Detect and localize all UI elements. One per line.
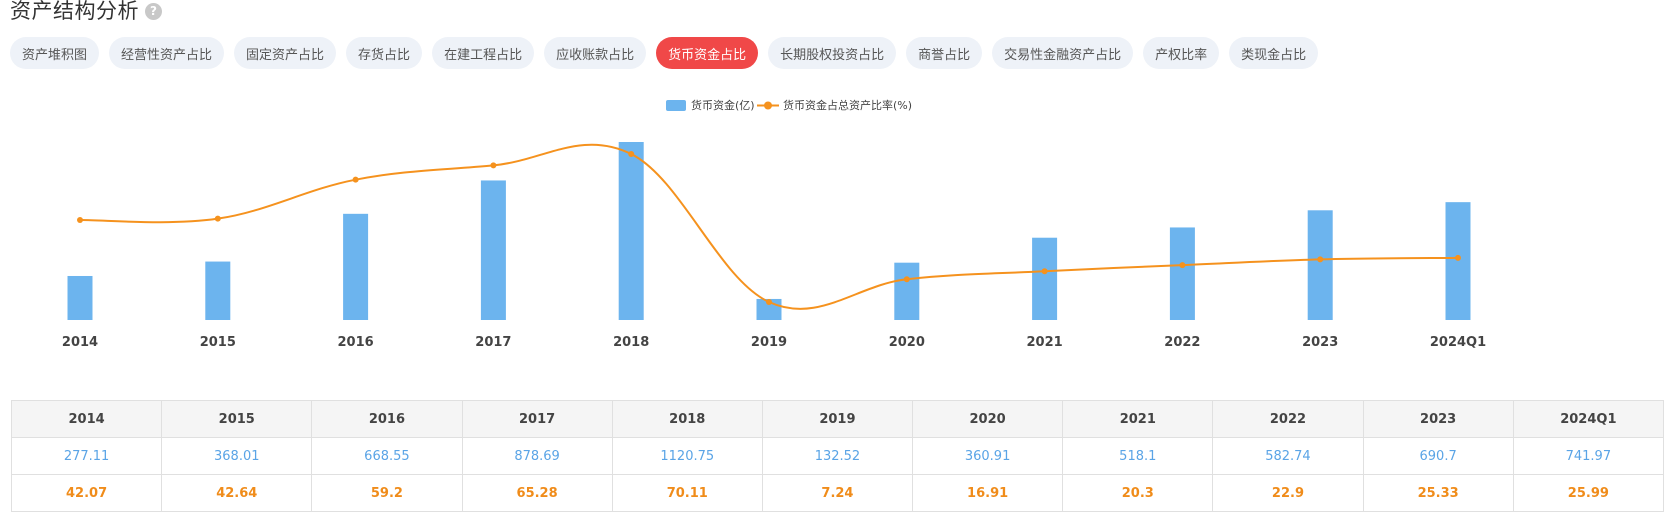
tab-2[interactable]: 固定资产占比 xyxy=(234,37,337,69)
x-tick-label: 2021 xyxy=(1027,335,1063,350)
table-cell-cash: 360.91 xyxy=(912,437,1064,475)
ratio-point-2018 xyxy=(628,151,635,157)
bar-2015 xyxy=(205,261,231,320)
ratio-point-2020 xyxy=(903,276,910,283)
table-cell-cash: 741.97 xyxy=(1512,437,1665,475)
ratio-point-2016 xyxy=(352,176,359,183)
table-header-cell: 2019 xyxy=(761,400,914,438)
tab-10[interactable]: 产权比率 xyxy=(1143,37,1220,69)
table-header-cell: 2018 xyxy=(611,400,763,438)
x-tick-label: 2018 xyxy=(613,335,649,350)
table-cell-ratio: 42.07 xyxy=(10,474,163,512)
table-header-cell: 2020 xyxy=(912,400,1064,438)
x-tick-label: 2020 xyxy=(889,335,925,350)
x-tick-label: 2016 xyxy=(338,335,374,350)
bar-2024Q1 xyxy=(1445,202,1471,320)
ratio-point-2022 xyxy=(1179,262,1186,269)
bar-2018 xyxy=(618,142,644,320)
table-cell-ratio: 25.99 xyxy=(1512,474,1665,512)
table-cell-ratio: 42.64 xyxy=(161,474,313,512)
table-cell-ratio: 16.91 xyxy=(912,474,1064,512)
table-row-ratio: 42.07 42.64 59.2 65.28 70.11 7.24 16.91 20.3 22.… xyxy=(10,474,1665,512)
tab-7[interactable]: 长期股权投资占比 xyxy=(768,37,897,69)
tab-1[interactable]: 经营性资产占比 xyxy=(109,37,225,69)
table-row-cash: 277.11 368.01 668.55 878.69 1120.75 132.52 360… xyxy=(10,437,1665,475)
x-tick-label: 2024Q1 xyxy=(1430,335,1486,350)
bar-2023 xyxy=(1307,210,1333,320)
bar-2017 xyxy=(480,180,506,320)
table-header-cell: 2021 xyxy=(1062,400,1214,438)
x-tick-label: 2015 xyxy=(200,335,236,350)
metric-tab-bar: 资产堆积图 经营性资产占比 固定资产占比 存货占比 在建工程占比 应收账款占比 货币资金占比… xyxy=(10,37,1319,69)
legend-label-bar: 货币资金(亿) xyxy=(691,98,755,112)
tab-3[interactable]: 存货占比 xyxy=(346,37,423,69)
table-header-cell: 2023 xyxy=(1362,400,1514,438)
table-header-cell: 2015 xyxy=(161,400,313,438)
table-cell-ratio: 25.33 xyxy=(1362,474,1514,512)
table-cell-cash: 690.7 xyxy=(1362,437,1514,475)
ratio-point-2014 xyxy=(77,217,83,224)
tab-9[interactable]: 交易性金融资产占比 xyxy=(992,37,1134,69)
tab-5[interactable]: 应收账款占比 xyxy=(544,37,647,69)
table-cell-ratio: 65.28 xyxy=(461,474,613,512)
section-title: 资产结构分析 xyxy=(10,0,139,23)
tab-4[interactable]: 在建工程占比 xyxy=(432,37,535,69)
question-circle-icon[interactable]: ? xyxy=(145,2,162,20)
table-cell-ratio: 70.11 xyxy=(611,474,763,512)
table-cell-cash: 1120.75 xyxy=(611,437,763,475)
table-header-cell: 2024Q1 xyxy=(1512,400,1665,438)
chart-area: 货币资金(亿) 货币资金占总资产比率(%) 2014 2015 2016 2017 2018… xyxy=(0,90,1675,380)
table-cell-cash: 582.74 xyxy=(1212,437,1364,475)
ratio-point-2021 xyxy=(1041,268,1048,275)
legend-swatch-marker xyxy=(764,101,772,110)
table-header-cell: 2022 xyxy=(1212,400,1364,438)
table-header-row: 2014 2015 2016 2017 2018 2019 2020 2021 2022 2023… xyxy=(10,400,1665,438)
legend: 货币资金(亿) 货币资金占总资产比率(%) xyxy=(666,98,912,112)
data-table: 2014 2015 2016 2017 2018 2019 2020 2021 2022 2023… xyxy=(10,400,1665,512)
table-cell-cash: 518.1 xyxy=(1062,437,1214,475)
ratio-point-2015 xyxy=(214,215,221,222)
table-cell-cash: 277.11 xyxy=(10,437,163,475)
tab-6[interactable]: 货币资金占比 xyxy=(656,37,759,69)
bar-2014 xyxy=(67,275,93,320)
table-header-cell: 2014 xyxy=(10,400,163,438)
ratio-point-2019 xyxy=(766,299,772,305)
ratio-point-2023 xyxy=(1317,256,1324,263)
tab-11[interactable]: 类现金占比 xyxy=(1229,37,1319,69)
table-header-cell: 2017 xyxy=(461,400,613,438)
table-header-cell: 2016 xyxy=(311,400,463,438)
table-cell-cash: 668.55 xyxy=(311,437,463,475)
table-cell-cash: 132.52 xyxy=(761,437,914,475)
x-tick-label: 2017 xyxy=(475,335,511,350)
x-tick-label: 2023 xyxy=(1302,335,1338,350)
x-tick-label: 2019 xyxy=(751,335,787,350)
ratio-line xyxy=(79,143,1459,310)
table-cell-ratio: 59.2 xyxy=(311,474,463,512)
cash-ratio-chart: 货币资金(亿) 货币资金占总资产比率(%) 2014 2015 2016 2017 2018… xyxy=(62,98,1486,350)
x-tick-label: 2022 xyxy=(1164,335,1200,350)
bar-2021 xyxy=(1032,237,1058,320)
table-cell-cash: 878.69 xyxy=(461,437,613,475)
legend-swatch-bar xyxy=(666,100,686,111)
ratio-point-2017 xyxy=(490,162,497,169)
x-tick-label: 2014 xyxy=(62,335,98,350)
legend-label-line: 货币资金占总资产比率(%) xyxy=(783,98,912,112)
table-cell-ratio: 22.9 xyxy=(1212,474,1364,512)
table-cell-cash: 368.01 xyxy=(161,437,313,475)
section-header: 资产结构分析 ? xyxy=(10,0,162,24)
tab-0[interactable]: 资产堆积图 xyxy=(10,37,100,69)
bar-2016 xyxy=(343,213,369,320)
ratio-point-2024Q1 xyxy=(1455,254,1461,261)
table-cell-ratio: 20.3 xyxy=(1062,474,1214,512)
bar-2022 xyxy=(1169,227,1195,320)
bar-2020 xyxy=(894,262,920,320)
table-cell-ratio: 7.24 xyxy=(761,474,914,512)
tab-8[interactable]: 商誉占比 xyxy=(906,37,983,69)
